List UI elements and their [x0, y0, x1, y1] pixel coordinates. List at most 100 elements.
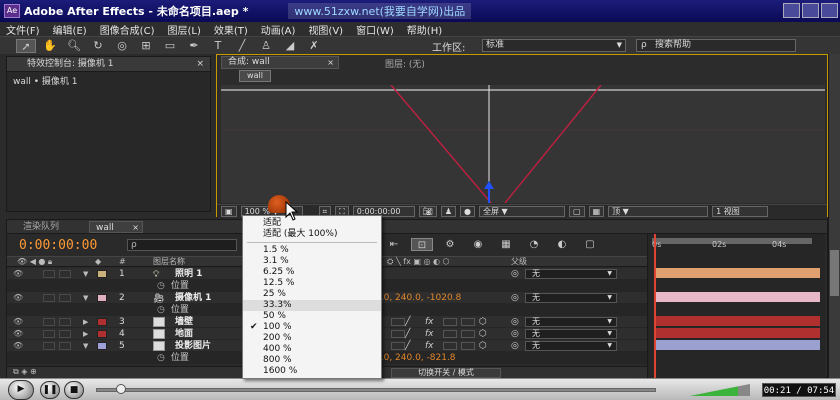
- motion-blur-switch[interactable]: [461, 330, 475, 338]
- label-color-swatch[interactable]: [97, 330, 107, 338]
- motion-blur-switch[interactable]: [461, 342, 475, 350]
- 3d-layer-cube-icon[interactable]: ⬡: [479, 316, 487, 328]
- shy-switch[interactable]: [391, 342, 405, 350]
- expand-triangle-icon[interactable]: ▶: [83, 328, 88, 340]
- expand-triangle-icon[interactable]: ▼: [83, 292, 88, 304]
- brainstorm-icon[interactable]: ◐: [551, 238, 573, 251]
- solo-switch[interactable]: [43, 318, 55, 326]
- effects-switch-icon[interactable]: fx: [425, 340, 434, 352]
- menu-item-12-5[interactable]: 12.5 %: [243, 278, 381, 289]
- eye-icon[interactable]: 👁: [13, 340, 23, 352]
- viewer-comp-label[interactable]: wall: [239, 70, 271, 82]
- menu-item-33-3[interactable]: 33.3%: [243, 300, 381, 311]
- live-update-icon[interactable]: ⊡: [411, 238, 433, 251]
- solo-switch[interactable]: [43, 330, 55, 338]
- text-tool-icon[interactable]: T: [208, 39, 228, 53]
- stopwatch-icon[interactable]: ◷: [157, 281, 165, 291]
- composition-mini-flowchart-icon[interactable]: ⇤: [383, 238, 405, 251]
- label-color-swatch[interactable]: [97, 270, 107, 278]
- frame-blend-switch[interactable]: [443, 318, 457, 326]
- frame-blend-switch[interactable]: [443, 330, 457, 338]
- lock-switch[interactable]: [59, 294, 71, 302]
- clone-stamp-tool-icon[interactable]: ♙: [256, 39, 276, 53]
- layer-name[interactable]: 照明 1: [175, 268, 202, 280]
- pickwhip-icon[interactable]: ◎: [511, 292, 519, 304]
- time-ruler[interactable]: 0s 02s 04s: [648, 240, 826, 260]
- zoom-tool-icon[interactable]: 🔍︎: [64, 39, 84, 53]
- minimize-button[interactable]: [783, 3, 800, 18]
- solo-switch[interactable]: [43, 342, 55, 350]
- close-icon[interactable]: ×: [327, 57, 334, 68]
- effect-controls-tab[interactable]: 特效控制台: 摄像机 1 ×: [7, 57, 210, 72]
- layer-name[interactable]: 墙壁: [175, 316, 193, 328]
- snapshot-camera-icon[interactable]: 📷︎: [418, 205, 437, 217]
- hand-tool-icon[interactable]: ✋: [40, 39, 60, 53]
- parent-select[interactable]: 无: [525, 269, 617, 279]
- lock-switch[interactable]: [59, 318, 71, 326]
- layer-name[interactable]: 地面: [175, 328, 193, 340]
- play-button[interactable]: ▶: [8, 380, 34, 400]
- menu-edit[interactable]: 编辑(E): [53, 22, 87, 37]
- rectangle-mask-tool-icon[interactable]: ▭: [160, 39, 180, 53]
- timeline-search-input[interactable]: ρ: [127, 239, 237, 251]
- tab-composition[interactable]: 合成: wall ×: [221, 56, 339, 69]
- timeline-graph[interactable]: 0s 02s 04s: [647, 234, 825, 378]
- progress-knob[interactable]: [116, 384, 127, 394]
- menu-item-100[interactable]: ✔ 100 %: [243, 322, 381, 333]
- close-button[interactable]: [821, 3, 838, 18]
- layer-duration-bar[interactable]: [656, 328, 820, 338]
- scrollbar-thumb[interactable]: [830, 250, 839, 296]
- expand-triangle-icon[interactable]: ▼: [83, 340, 88, 352]
- property-position[interactable]: ◷ 位置: [157, 304, 189, 316]
- help-search-input[interactable]: ρ 搜索帮助: [636, 39, 796, 52]
- motion-blur-icon[interactable]: ◔: [523, 238, 545, 251]
- layer-duration-bar[interactable]: [656, 268, 820, 278]
- lock-switch[interactable]: [59, 330, 71, 338]
- menu-item-400[interactable]: 400 %: [243, 344, 381, 355]
- right-scrollbar[interactable]: [828, 54, 840, 378]
- draft-3d-icon[interactable]: ⚙: [439, 238, 461, 251]
- pickwhip-icon[interactable]: ◎: [511, 316, 519, 328]
- menu-effect[interactable]: 效果(T): [214, 22, 248, 37]
- view-layout-select[interactable]: 1 视图: [712, 205, 769, 217]
- menu-item-1-5[interactable]: 1.5 %: [243, 245, 381, 256]
- parent-select[interactable]: 无: [525, 341, 617, 351]
- lock-switch[interactable]: [59, 342, 71, 350]
- solo-switch[interactable]: [43, 294, 55, 302]
- timeline-timecode[interactable]: 0:00:00:00: [19, 238, 97, 253]
- menu-item-fit[interactable]: 适配: [243, 218, 381, 229]
- solo-switch[interactable]: [43, 270, 55, 278]
- 3d-layer-cube-icon[interactable]: ⬡: [479, 328, 487, 340]
- label-color-swatch[interactable]: [97, 342, 107, 350]
- rotate-tool-icon[interactable]: ↻: [88, 39, 108, 53]
- quality-switch-icon[interactable]: ╱: [405, 340, 410, 352]
- tab-layer[interactable]: 图层: (无): [385, 57, 425, 70]
- show-snapshot-icon[interactable]: ♟: [440, 205, 457, 217]
- position-value[interactable]: 0.0, 240.0, -1020.8: [375, 292, 461, 304]
- menu-view[interactable]: 视图(V): [308, 22, 343, 37]
- expand-triangle-icon[interactable]: ▼: [83, 268, 88, 280]
- close-icon[interactable]: ×: [132, 222, 139, 234]
- menu-item-3-1[interactable]: 3.1 %: [243, 256, 381, 267]
- menu-item-25[interactable]: 25 %: [243, 289, 381, 300]
- menu-item-800[interactable]: 800 %: [243, 355, 381, 366]
- channel-rgb-icon[interactable]: ●: [460, 205, 475, 217]
- menu-window[interactable]: 窗口(W): [356, 22, 394, 37]
- progress-track[interactable]: [96, 388, 656, 392]
- menu-animation[interactable]: 动画(A): [261, 22, 296, 37]
- transparency-grid-icon[interactable]: ▦: [588, 205, 605, 217]
- menu-composition[interactable]: 图像合成(C): [100, 22, 155, 37]
- stop-button[interactable]: ■: [64, 381, 84, 399]
- hide-shy-layers-icon[interactable]: ◉: [467, 238, 489, 251]
- puppet-pin-tool-icon[interactable]: ✗: [304, 39, 324, 53]
- stopwatch-icon[interactable]: ◷: [157, 353, 165, 363]
- frame-blend-switch[interactable]: [443, 342, 457, 350]
- expand-triangle-icon[interactable]: ▶: [83, 316, 88, 328]
- quality-switch-icon[interactable]: ╱: [405, 316, 410, 328]
- brush-tool-icon[interactable]: ╱: [232, 39, 252, 53]
- parent-select[interactable]: 无: [525, 329, 617, 339]
- resolution-select[interactable]: 全屏 ▼: [479, 205, 565, 217]
- tab-render-queue[interactable]: 渲染队列: [17, 221, 65, 233]
- layer-name[interactable]: 摄像机 1: [175, 292, 211, 304]
- orbit-camera-tool-icon[interactable]: ◎: [112, 39, 132, 53]
